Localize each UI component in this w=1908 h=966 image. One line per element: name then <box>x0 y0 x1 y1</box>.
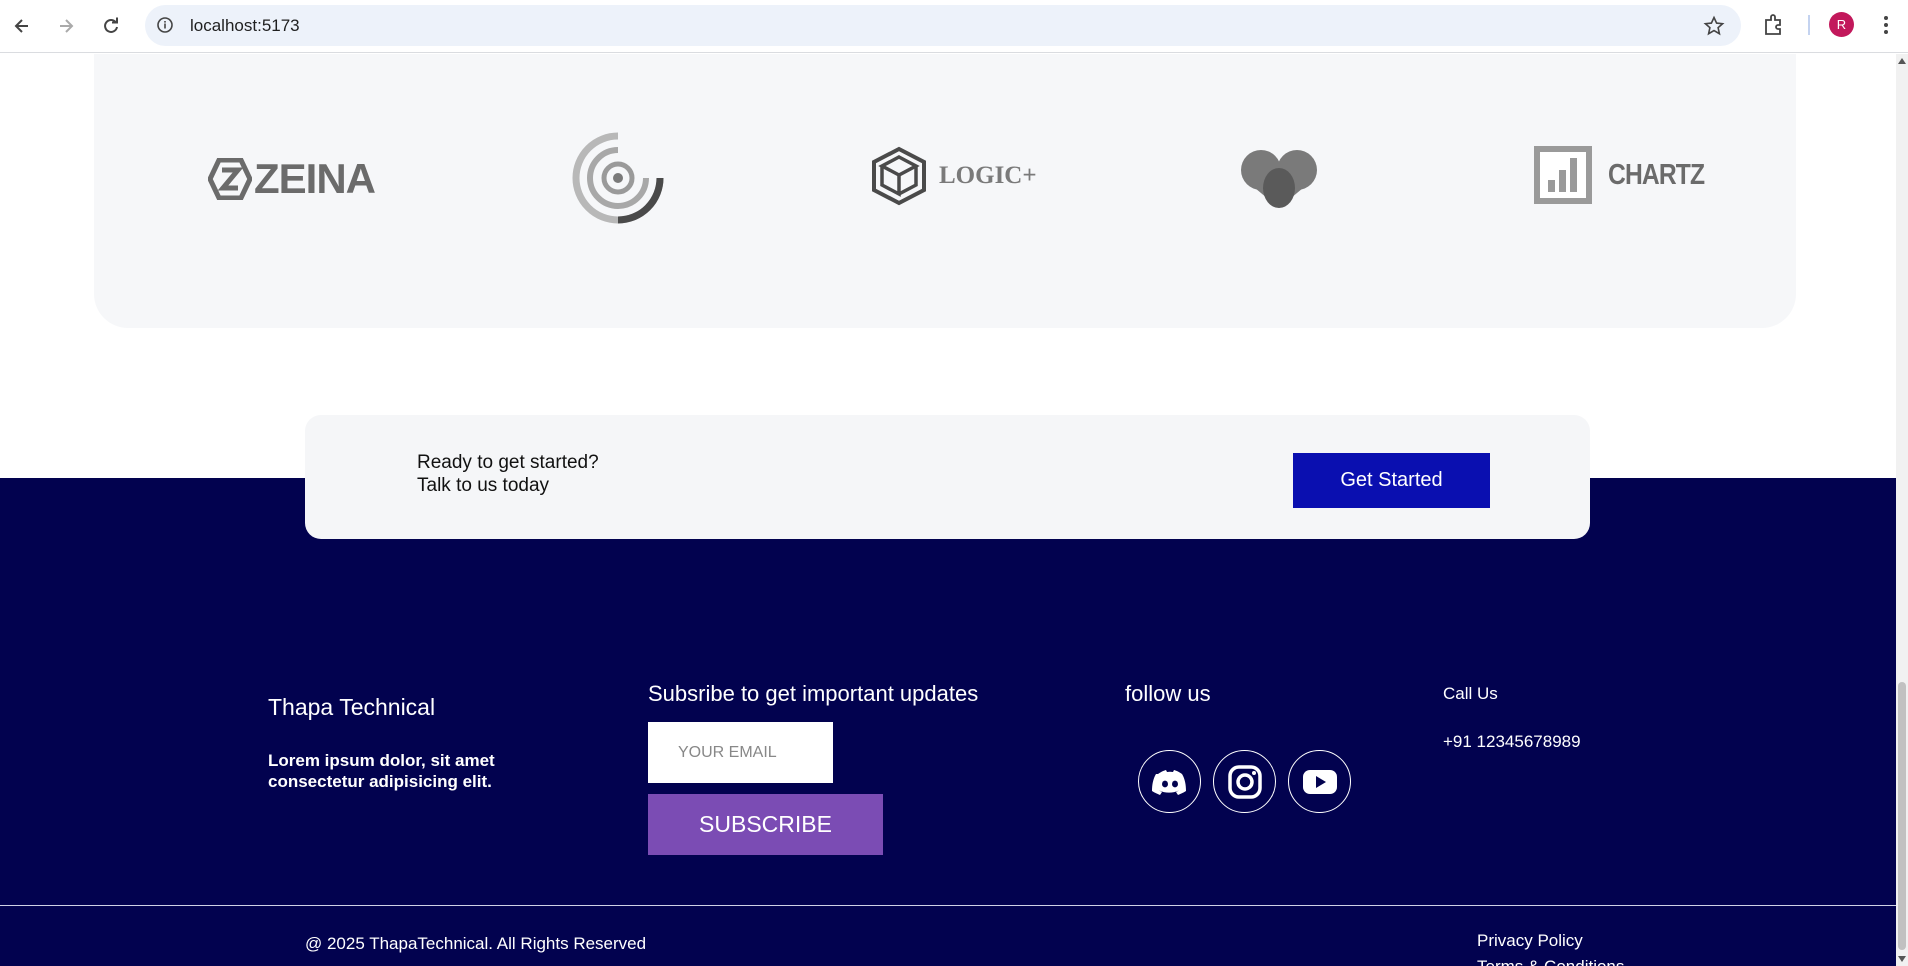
page-scrollbar[interactable] <box>1896 54 1908 966</box>
youtube-link[interactable] <box>1288 750 1351 813</box>
scroll-up-icon[interactable] <box>1898 58 1906 64</box>
kebab-menu-icon[interactable] <box>1876 13 1896 37</box>
footer-blurb: Lorem ipsum dolor, sit amet consectetur … <box>268 751 495 791</box>
subscribe-heading: Subsribe to get important updates <box>648 681 979 706</box>
address-bar[interactable]: localhost:5173 <box>145 5 1741 46</box>
url-text: localhost:5173 <box>190 16 300 35</box>
footer-divider <box>0 905 1896 906</box>
profile-avatar[interactable]: R <box>1829 12 1854 37</box>
privacy-policy-link[interactable]: Privacy Policy <box>1477 931 1583 951</box>
discord-icon <box>1151 769 1186 795</box>
follow-heading: follow us <box>1125 681 1211 706</box>
cube-icon <box>872 146 926 206</box>
cta-line-1: Ready to get started? <box>417 452 599 473</box>
browser-toolbar: localhost:5173 R <box>0 0 1908 53</box>
zeina-wordmark: ZEINA <box>254 155 376 202</box>
copyright-text: @ 2025 ThapaTechnical. All Rights Reserv… <box>305 934 647 953</box>
zeina-hexagon-icon <box>208 158 252 200</box>
zeina-logo: ZEINA <box>208 155 376 203</box>
youtube-icon <box>1302 769 1337 794</box>
subscribe-button[interactable]: SUBSCRIBE <box>648 794 883 855</box>
heart-logo <box>1241 150 1317 208</box>
email-input[interactable] <box>648 722 833 783</box>
site-info-icon[interactable] <box>155 15 175 35</box>
reload-icon[interactable] <box>97 12 125 40</box>
forward-icon[interactable] <box>52 12 80 40</box>
discord-link[interactable] <box>1138 750 1201 813</box>
logic-plus-wordmark: LOGIC+ <box>939 162 1037 189</box>
site-footer: Thapa Technical Lorem ipsum dolor, sit a… <box>0 478 1896 966</box>
scrollbar-thumb[interactable] <box>1898 682 1906 950</box>
call-us-heading: Call Us <box>1443 684 1498 703</box>
page-viewport: ZEINA LOGIC+ CHARTZ Thapa Technical Lore… <box>0 54 1896 966</box>
extensions-icon[interactable] <box>1762 13 1786 37</box>
instagram-icon <box>1227 764 1262 799</box>
instagram-link[interactable] <box>1213 750 1276 813</box>
partner-logos-section: ZEINA LOGIC+ CHARTZ <box>94 54 1796 328</box>
footer-brand: Thapa Technical <box>268 694 436 720</box>
chartz-logo: CHARTZ <box>1534 146 1721 204</box>
star-icon[interactable] <box>1703 15 1725 37</box>
cta-banner: Ready to get started? Talk to us today G… <box>305 415 1590 539</box>
terms-link[interactable]: Terms & Conditions <box>1477 957 1624 966</box>
get-started-button[interactable]: Get Started <box>1293 453 1490 508</box>
scroll-down-icon[interactable] <box>1898 956 1906 962</box>
logic-plus-logo: LOGIC+ <box>869 146 1037 206</box>
cta-line-2: Talk to us today <box>417 475 550 496</box>
phone-number: +91 12345678989 <box>1443 732 1581 751</box>
chartz-bars-icon <box>1534 146 1592 204</box>
toolbar-divider <box>1808 15 1810 35</box>
back-icon[interactable] <box>8 12 36 40</box>
chartz-wordmark: CHARTZ <box>1608 158 1705 191</box>
target-ring-logo <box>572 132 664 224</box>
